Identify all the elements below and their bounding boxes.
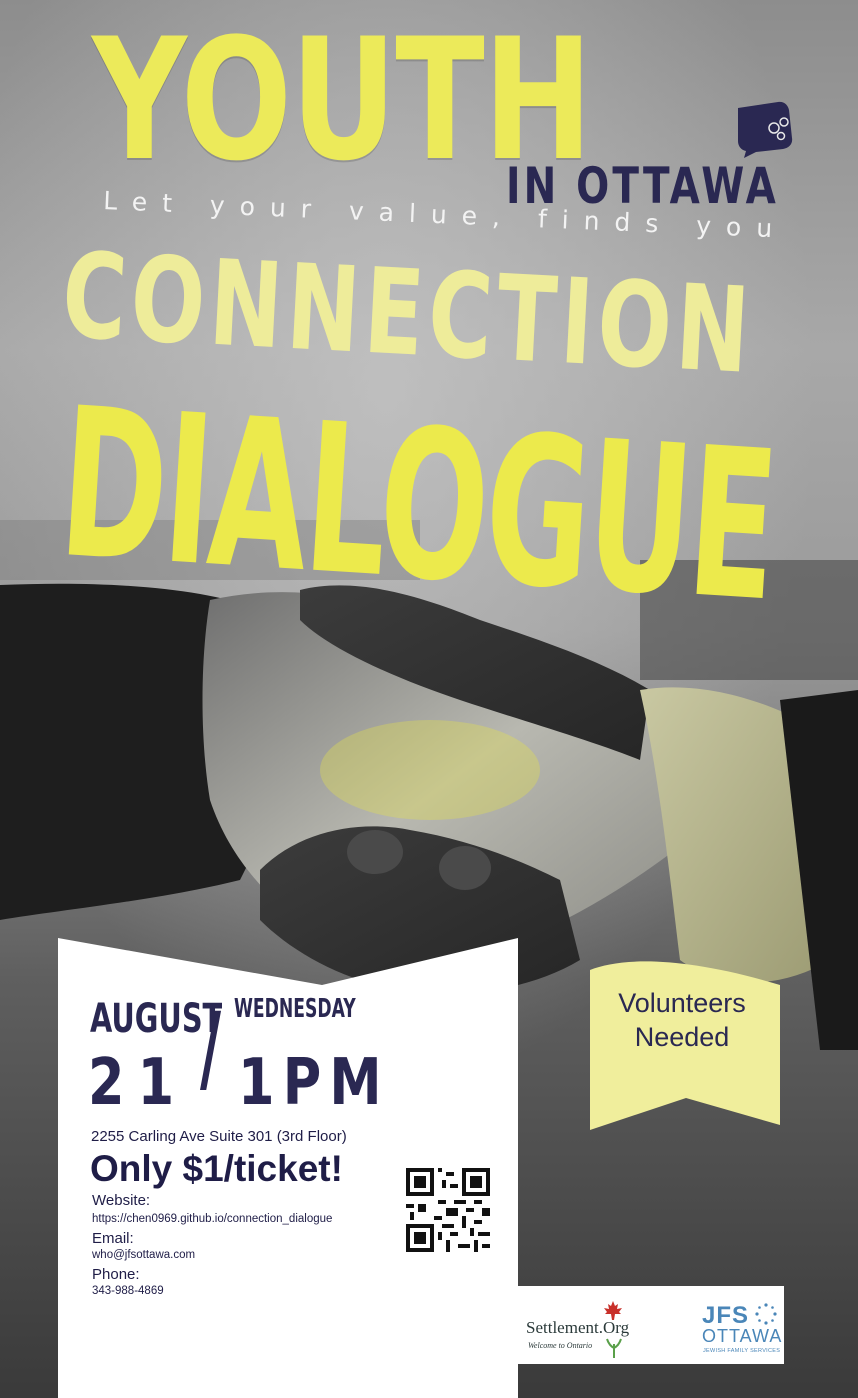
qr-code-icon[interactable] — [406, 1168, 490, 1252]
event-day: 21 — [88, 1046, 188, 1120]
settlement-org-logo: Settlement.Org — [526, 1318, 630, 1337]
event-time: 1PM — [238, 1046, 390, 1120]
settlement-org-tagline: Welcome to Ontario — [528, 1341, 593, 1350]
jfs-city: OTTAWA — [702, 1326, 783, 1346]
phone-number: 343-988-4869 — [92, 1285, 164, 1297]
date-separator-1: / — [200, 992, 222, 1104]
ribbon-line-2: Needed — [634, 1022, 730, 1052]
email-label: Email: — [92, 1230, 134, 1247]
ticket-price: Only $1/ticket! — [90, 1148, 343, 1189]
website-link[interactable]: https://chen0969.github.io/connection_di… — [92, 1213, 332, 1225]
event-address: 2255 Carling Ave Suite 301 (3rd Floor) — [91, 1128, 347, 1145]
sprout-icon — [606, 1338, 622, 1358]
event-weekday: WEDNESDAY — [234, 994, 356, 1024]
website-label: Website: — [92, 1192, 151, 1209]
phone-label: Phone: — [92, 1266, 140, 1283]
jfs-tagline: JEWISH FAMILY SERVICES — [703, 1348, 781, 1354]
email-link[interactable]: who@jfsottawa.com — [92, 1249, 195, 1261]
sparkle-icon — [755, 1303, 777, 1325]
volunteers-ribbon: Volunteers Needed — [592, 986, 772, 1054]
ribbon-line-1: Volunteers — [618, 988, 746, 1018]
